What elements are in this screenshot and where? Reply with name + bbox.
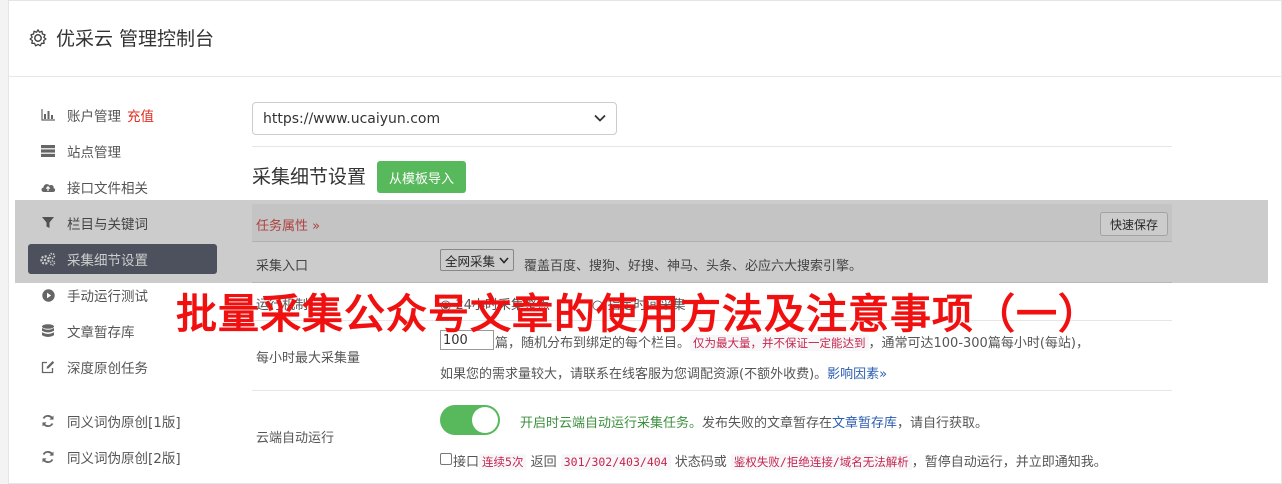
site-select[interactable]: https://www.ucaiyun.com xyxy=(252,102,617,135)
pause-on-error-label: 接口 连续5次 返回 301/302/403/404 状态码或 鉴权失败/拒绝连接… xyxy=(453,454,1107,470)
recharge-link[interactable]: 充值 xyxy=(127,105,154,125)
cloud-upload-icon xyxy=(38,181,58,193)
console-header: 优采云 管理控制台 xyxy=(28,24,214,51)
page-title: 优采云 管理控制台 xyxy=(56,28,215,50)
overlay-headline: 批量采集公众号文章的使用方法及注意事项（一） xyxy=(176,290,1100,338)
sidebar-item-synonym-v2[interactable]: 同义词伪原创[2版] xyxy=(28,439,217,475)
database-icon xyxy=(38,324,58,338)
sidebar-item-label: 站点管理 xyxy=(67,145,121,161)
gear-icon xyxy=(29,28,47,46)
sidebar-item-sites[interactable]: 站点管理 xyxy=(28,133,217,169)
site-select-value: https://www.ucaiyun.com xyxy=(263,110,441,127)
section-title: 采集细节设置 xyxy=(252,166,367,188)
refresh-icon xyxy=(38,450,58,464)
refresh-icon xyxy=(38,414,58,428)
article-store-link[interactable]: 文章暂存库 xyxy=(832,416,897,431)
row-label: 每小时最大采集量 xyxy=(256,351,361,366)
header-divider xyxy=(8,76,1282,77)
import-template-button[interactable]: 从模板导入 xyxy=(377,161,467,193)
sidebar-item-label: 同义词伪原创[1版] xyxy=(67,415,181,431)
cloud-auto-toggle[interactable] xyxy=(440,405,500,435)
sidebar-item-label: 接口文件相关 xyxy=(67,181,148,197)
pause-on-error-checkbox[interactable] xyxy=(440,453,452,465)
sidebar-item-label: 手动运行测试 xyxy=(67,289,148,305)
sidebar-item-account[interactable]: 账户管理 充值 xyxy=(28,97,217,133)
bar-chart-icon xyxy=(38,109,58,121)
play-circle-icon xyxy=(38,288,58,302)
sidebar-item-synonym-v1[interactable]: 同义词伪原创[1版] xyxy=(28,403,217,439)
toggle-knob xyxy=(472,407,498,433)
sidebar-item-label: 同义词伪原创[2版] xyxy=(67,451,181,467)
sidebar-item-label: 文章暂存库 xyxy=(67,325,135,341)
influence-factors-link[interactable]: 影响因素» xyxy=(827,367,887,382)
divider xyxy=(252,146,1172,147)
overlay-band xyxy=(15,200,1268,283)
sidebar-item-label: 深度原创任务 xyxy=(67,361,148,377)
cloud-auto-desc: 开启时云端自动运行采集任务。发布失败的文章暂存在文章暂存库，请自行获取。 xyxy=(520,416,989,431)
sidebar-item-deep-original[interactable]: 深度原创任务 xyxy=(28,349,217,385)
server-icon xyxy=(38,145,58,157)
chevron-down-icon xyxy=(594,112,606,125)
sidebar-item-label: 账户管理 xyxy=(67,109,121,125)
edit-icon xyxy=(38,360,58,374)
max-per-hour-line2: 如果您的需求量较大，请联系在线客服为您调配资源(不额外收费)。影响因素» xyxy=(440,367,888,382)
row-label: 云端自动运行 xyxy=(256,431,335,446)
